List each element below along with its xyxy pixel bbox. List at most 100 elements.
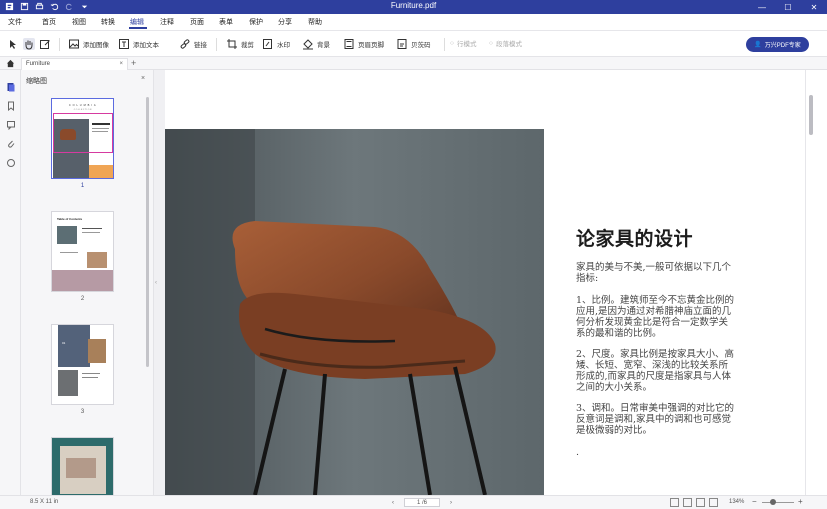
- bates-icon: [397, 39, 407, 49]
- toolbar-divider: [444, 38, 445, 51]
- bookmark-icon[interactable]: [6, 101, 16, 111]
- edit-box-icon: [40, 40, 50, 49]
- menu-convert[interactable]: 转换: [101, 17, 115, 27]
- crop-icon: [227, 39, 237, 49]
- document-scrollbar[interactable]: [809, 95, 813, 135]
- watermark-button[interactable]: 水印: [262, 38, 290, 50]
- link-button[interactable]: 链接: [179, 38, 207, 50]
- search-icon[interactable]: [6, 158, 16, 168]
- tab-furniture[interactable]: Furniture ×: [21, 58, 128, 70]
- watermark-icon: [263, 39, 272, 49]
- background-button[interactable]: 背景: [302, 38, 330, 50]
- menu-page[interactable]: 页面: [190, 17, 204, 27]
- zoom-level[interactable]: 134%: [729, 499, 744, 505]
- hand-tool-button[interactable]: [23, 38, 35, 50]
- new-tab-button[interactable]: +: [131, 58, 136, 68]
- document-paragraph-2: 2、尺度。家具比例是按家具大小、高矮、长短、宽窄、深浅的比较关系所形成的,而家具…: [576, 349, 735, 393]
- add-image-button[interactable]: 添加图像: [68, 38, 109, 50]
- edit-toolbar: 添加图像 添加文本 链接 裁剪 水印 背景 页眉页脚 贝茨码 ○ 行模式 ○ 段…: [0, 31, 827, 57]
- edit-object-button[interactable]: [39, 38, 51, 50]
- hand-icon: [25, 40, 33, 50]
- thumb-2-text-line: [82, 228, 102, 229]
- thumb-1-subtitle: C O L L E C T I O N: [73, 109, 92, 111]
- bates-number-button[interactable]: 贝茨码: [396, 38, 431, 50]
- view-mode-buttons: [670, 498, 718, 507]
- menu-comment[interactable]: 注释: [160, 17, 174, 27]
- status-bar: 8.5 X 11 in ‹ 1 /6 › 134% − +: [0, 495, 827, 509]
- thumb-3-image: [88, 339, 106, 363]
- minimize-button[interactable]: —: [749, 0, 775, 14]
- thumb-3-text-line: [82, 373, 100, 374]
- document-intro: 家具的美与不美,一般可依据以下几个指标:: [576, 262, 732, 284]
- window-title: Furniture.pdf: [390, 1, 437, 10]
- continuous-view-icon[interactable]: [683, 498, 692, 507]
- background-label: 背景: [317, 42, 330, 49]
- title-bar: Furniture.pdf — ☐ ✕: [0, 0, 827, 14]
- zoom-in-button[interactable]: +: [798, 497, 803, 506]
- next-page-icon[interactable]: ›: [450, 500, 452, 506]
- zoom-slider-track[interactable]: [762, 502, 794, 503]
- home-icon[interactable]: [6, 59, 15, 68]
- thumb-2-image: [87, 252, 107, 268]
- document-paragraph-3: 3、调和。日常审美中强调的对比它的反意词是调和,家具中的调和也可感觉是极微弱的对…: [576, 403, 735, 436]
- comment-icon[interactable]: [6, 120, 16, 130]
- collapse-panel-arrow-icon[interactable]: ‹: [155, 280, 157, 286]
- prev-page-icon[interactable]: ‹: [392, 500, 394, 506]
- document-tab-bar: Furniture × +: [0, 57, 827, 70]
- thumb-1-text-line: [92, 128, 109, 129]
- menu-help[interactable]: 帮助: [308, 17, 322, 27]
- page-navigator: ‹ 1 /6 ›: [392, 498, 452, 507]
- single-page-view-icon[interactable]: [670, 498, 679, 507]
- thumb-2-title: Table of Contents: [57, 217, 83, 221]
- add-text-label: 添加文本: [133, 42, 159, 49]
- radio-icon: ○: [450, 39, 454, 47]
- thumb-2-text-line: [82, 232, 100, 233]
- line-mode-option[interactable]: ○ 行模式: [450, 38, 476, 49]
- thumb-2-text-line: [60, 252, 78, 253]
- thumb-3-image: [58, 370, 78, 396]
- menu-home[interactable]: 首页: [42, 17, 56, 27]
- menu-share[interactable]: 分享: [278, 17, 292, 27]
- paragraph-mode-option[interactable]: ○ 段落模式: [489, 38, 522, 49]
- menu-bar: 文件 首页 视图 转换 编辑 注释 页面 表单 保护 分享 帮助: [0, 14, 827, 31]
- menu-form[interactable]: 表单: [219, 17, 233, 27]
- upgrade-label: 万兴PDF专家: [764, 43, 801, 49]
- maximize-button[interactable]: ☐: [775, 0, 801, 14]
- document-trailing-mark: .: [576, 447, 580, 458]
- thumb-2-band: [52, 270, 113, 291]
- header-footer-label: 页眉页脚: [358, 42, 384, 49]
- zoom-slider-handle[interactable]: [770, 499, 776, 505]
- thumbnail-panel-close-icon[interactable]: ×: [141, 75, 145, 82]
- crop-button[interactable]: 裁剪: [226, 38, 254, 50]
- toolbar-divider: [59, 38, 60, 51]
- header-footer-button[interactable]: 页眉页脚: [343, 38, 384, 50]
- zoom-out-button[interactable]: −: [752, 497, 757, 506]
- thumbnail-page-4[interactable]: [51, 437, 114, 495]
- fit-page-icon[interactable]: [709, 498, 718, 507]
- thumbnail-page-2[interactable]: Table of Contents: [51, 211, 114, 292]
- watermark-label: 水印: [277, 42, 290, 49]
- two-page-view-icon[interactable]: [696, 498, 705, 507]
- tab-close-icon[interactable]: ×: [119, 61, 123, 67]
- close-window-button[interactable]: ✕: [801, 0, 827, 14]
- menu-edit[interactable]: 编辑: [130, 17, 144, 27]
- paint-bucket-icon: [303, 39, 313, 50]
- thumbnail-panel-icon[interactable]: [6, 82, 16, 92]
- thumbnail-scrollbar[interactable]: [146, 97, 149, 367]
- thumbnail-page-1[interactable]: C O L U M B I A C O L L E C T I O N: [51, 98, 114, 179]
- menu-file[interactable]: 文件: [8, 17, 22, 27]
- menu-protect[interactable]: 保护: [249, 17, 263, 27]
- select-tool-button[interactable]: [7, 38, 19, 50]
- thumbnail-panel: 缩略图 × C O L U M B I A C O L L E C T I O …: [21, 70, 154, 495]
- document-heading: 论家具的设计: [576, 228, 694, 250]
- upgrade-button[interactable]: 👤 万兴PDF专家: [746, 37, 809, 52]
- image-icon: [69, 39, 79, 49]
- bates-number-label: 贝茨码: [411, 42, 431, 49]
- menu-view[interactable]: 视图: [72, 17, 86, 27]
- thumbnail-page-3[interactable]: 01: [51, 324, 114, 405]
- page-number-input[interactable]: 1 /6: [404, 498, 440, 507]
- attachment-icon[interactable]: [6, 139, 16, 149]
- chair-illustration: [165, 129, 544, 495]
- thumb-4-image-detail: [66, 458, 96, 478]
- add-text-button[interactable]: 添加文本: [118, 38, 159, 50]
